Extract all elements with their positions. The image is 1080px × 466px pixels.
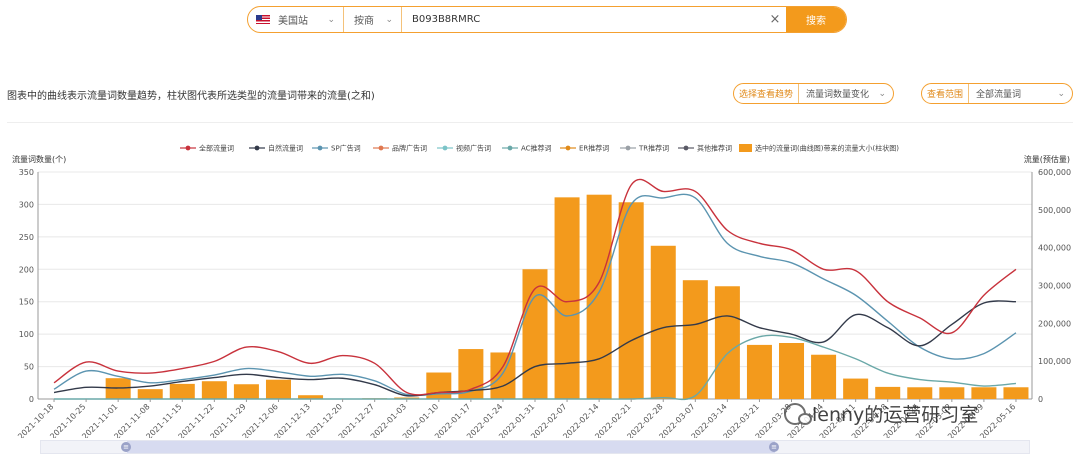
- traffic-bar: [618, 202, 644, 399]
- y-tick-right: 600,000: [1038, 168, 1071, 177]
- traffic-bar: [939, 387, 965, 399]
- search-type-select[interactable]: 按商 ⌄: [344, 7, 402, 32]
- watermark: lenny的运营研习室: [784, 400, 978, 427]
- legend-label: SP广告词: [331, 144, 361, 153]
- traffic-bar: [169, 383, 195, 399]
- legend-marker: [442, 145, 448, 151]
- traffic-bar: [490, 352, 516, 399]
- legend-label: 品牌广告词: [392, 144, 427, 153]
- y-tick-right: 500,000: [1038, 206, 1071, 215]
- traffic-bar: [201, 381, 227, 399]
- traffic-bar: [811, 354, 837, 399]
- y-tick-left: 200: [19, 265, 34, 274]
- search-input[interactable]: [402, 7, 764, 32]
- chevron-down-icon: ⌄: [1057, 88, 1065, 99]
- traffic-bar: [779, 343, 805, 399]
- chevron-down-icon: ⌄: [327, 14, 335, 25]
- y-tick-left: 0: [29, 395, 34, 404]
- legend-marker: [317, 145, 323, 151]
- search-button[interactable]: 搜索: [786, 7, 846, 32]
- zoom-slider-range[interactable]: [127, 441, 775, 453]
- legend-label: AC推荐词: [521, 144, 552, 153]
- y-tick-left: 300: [19, 200, 34, 209]
- trend-selector[interactable]: 选择查看趋势 流量词数量变化 ⌄: [733, 83, 894, 104]
- y-tick-right: 300,000: [1038, 282, 1071, 291]
- trend-selector-label: 选择查看趋势: [734, 84, 800, 103]
- wechat-icon: [784, 402, 812, 425]
- watermark-text: lenny的运营研习室: [812, 404, 979, 426]
- range-selector-value: 全部流量词 ⌄: [969, 84, 1072, 103]
- search-bar: 美国站 ⌄ 按商 ⌄ × 搜索: [247, 6, 847, 33]
- traffic-bar: [233, 384, 259, 399]
- traffic-bar: [1003, 387, 1029, 399]
- header-divider: [7, 122, 1073, 123]
- legend-label: 自然流量词: [268, 144, 303, 153]
- search-type-label: 按商: [354, 16, 374, 27]
- legend-marker: [683, 145, 689, 151]
- range-selector[interactable]: 查看范围 全部流量词 ⌄: [921, 83, 1073, 104]
- legend-marker: [507, 145, 513, 151]
- traffic-bar: [586, 194, 612, 399]
- y-tick-left: 100: [19, 330, 34, 339]
- traffic-bar: [843, 378, 869, 399]
- trend-selector-value: 流量词数量变化 ⌄: [799, 84, 893, 103]
- legend-marker: [378, 145, 384, 151]
- us-flag-icon: [256, 15, 270, 24]
- y-tick-left: 350: [19, 168, 34, 177]
- legend-label: 视频广告词: [456, 144, 491, 153]
- traffic-bar: [746, 344, 772, 399]
- traffic-bar: [682, 280, 708, 399]
- y-axis-right-title: 流量(预估量): [1024, 154, 1070, 164]
- range-selector-value-text: 全部流量词: [976, 90, 1022, 100]
- traffic-bar: [714, 286, 740, 399]
- legend-label: TR推荐词: [638, 144, 669, 153]
- legend-marker: [625, 145, 631, 151]
- traffic-bar: [137, 389, 163, 399]
- trend-selector-value-text: 流量词数量变化: [806, 90, 870, 100]
- zoom-slider[interactable]: ≡ ≡: [40, 440, 1030, 454]
- chart-description: 图表中的曲线表示流量词数量趋势，柱状图代表所选类型的流量词带来的流量(之和): [7, 91, 375, 102]
- legend-marker: [254, 145, 260, 151]
- zoom-handle-right[interactable]: ≡: [769, 442, 779, 452]
- legend-label: 全部流量词: [199, 144, 234, 153]
- traffic-bar: [907, 387, 933, 399]
- traffic-bar: [875, 386, 901, 399]
- y-tick-right: 100,000: [1038, 357, 1071, 366]
- chevron-down-icon: ⌄: [385, 14, 393, 25]
- y-tick-right: 400,000: [1038, 244, 1071, 253]
- legend-label: ER推荐词: [579, 144, 609, 153]
- traffic-bar: [650, 245, 676, 399]
- keyword-trend-chart: 全部流量词 自然流量词 SP广告词 品牌广告词 视频广告词 AC推荐词 ER推荐词 TR推荐词…: [12, 144, 1071, 439]
- legend-label: 其他推荐词: [697, 144, 732, 153]
- y-tick-right: 200,000: [1038, 319, 1071, 328]
- site-select-label: 美国站: [278, 16, 308, 27]
- clear-icon[interactable]: ×: [764, 7, 786, 32]
- legend-marker: [565, 145, 571, 151]
- range-selector-label: 查看范围: [922, 84, 970, 103]
- legend-marker: [185, 145, 191, 151]
- legend-swatch-bar: [739, 144, 752, 152]
- y-tick-right: 0: [1038, 395, 1043, 404]
- chevron-down-icon: ⌄: [878, 88, 886, 99]
- y-tick-left: 50: [24, 363, 34, 372]
- legend-label: 选中的流量词(曲线图)带来的流量大小(柱状图): [755, 144, 899, 153]
- y-axis-left-title: 流量词数量(个): [12, 154, 66, 164]
- zoom-handle-left[interactable]: ≡: [121, 442, 131, 452]
- y-tick-left: 250: [19, 233, 34, 242]
- traffic-bar: [971, 387, 997, 399]
- site-select[interactable]: 美国站 ⌄: [248, 7, 344, 32]
- traffic-bar: [265, 379, 291, 399]
- y-tick-left: 150: [19, 298, 34, 307]
